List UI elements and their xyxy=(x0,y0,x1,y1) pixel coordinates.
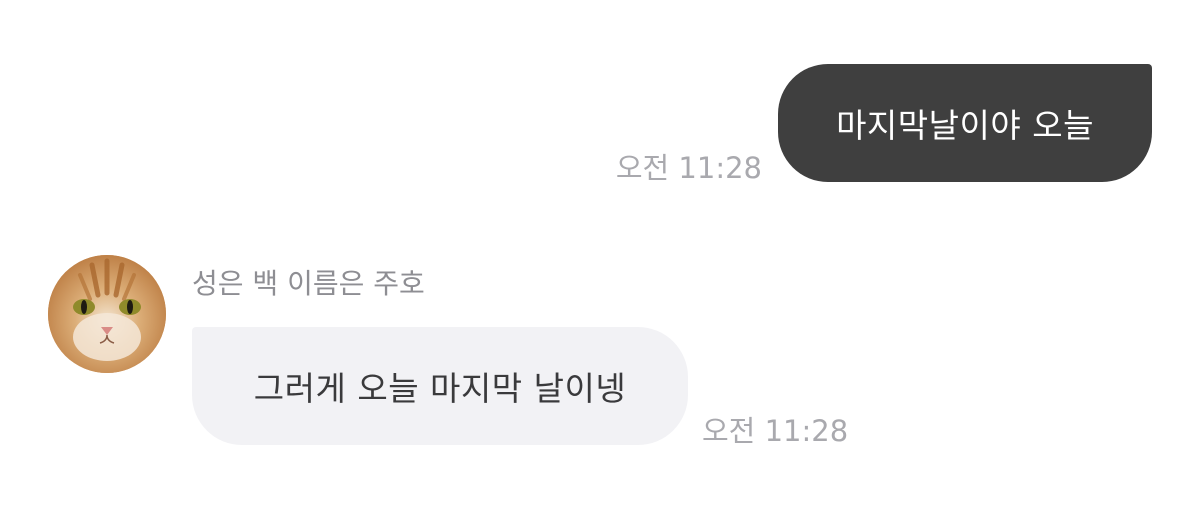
sender-name: 성은 백 이름은 주호 xyxy=(192,267,425,300)
cat-avatar-icon[interactable] xyxy=(48,255,166,373)
received-message-text: 그러게 오늘 마지막 날이넹 xyxy=(253,369,627,408)
sent-message-bubble[interactable]: 마지막날이야 오늘 xyxy=(778,64,1152,182)
sent-message-text: 마지막날이야 오늘 xyxy=(836,106,1094,145)
chat-area[interactable]: 오전 11:28 마지막날이야 오늘 성은 백 이름은 주호 그러게 오늘 마지… xyxy=(0,0,1200,506)
sent-message-time: 오전 11:28 xyxy=(615,151,762,185)
received-message-bubble[interactable]: 그러게 오늘 마지막 날이넹 xyxy=(192,327,688,445)
received-message-time: 오전 11:28 xyxy=(702,414,849,448)
